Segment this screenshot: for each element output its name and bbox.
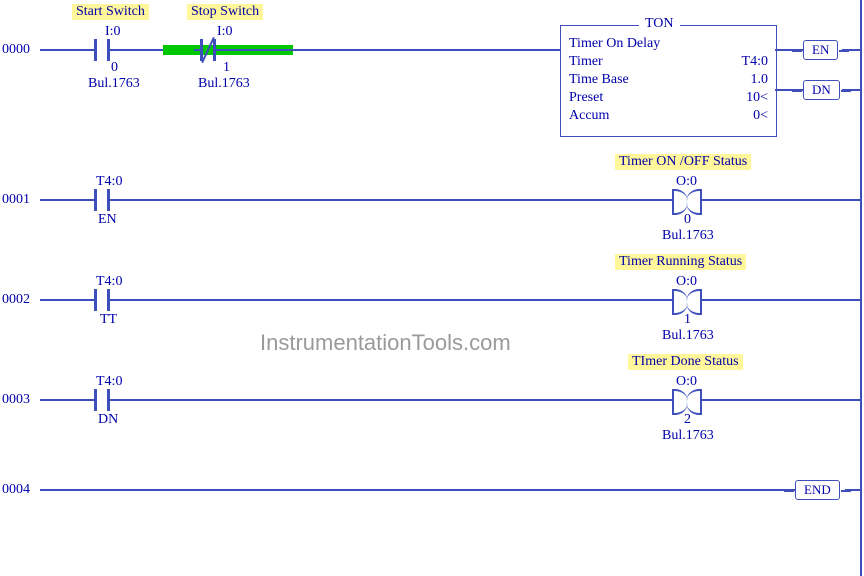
xic-t4dn-contact[interactable] [88,389,116,411]
wire [845,489,862,491]
stop-switch-bit: 1 [223,60,230,76]
r3-in-addr: T4:0 [96,374,122,390]
wire [222,49,560,51]
r2-out-addr: O:0 [676,274,697,290]
wire [40,399,88,401]
r3-out-desc: Bul.1763 [662,428,714,444]
ton-timer-val: T4:0 [742,54,768,70]
stop-switch-desc: Bul.1763 [198,76,250,92]
r3-out-label: TImer Done Status [628,354,743,370]
r1-out-bit: 0 [684,212,691,228]
r3-in-sub: DN [98,412,118,428]
r1-out-label: Timer ON /OFF Status [615,154,751,170]
r2-in-addr: T4:0 [96,274,122,290]
wire [702,399,862,401]
wire [842,89,862,91]
ton-line1: Timer On Delay [569,36,660,52]
end-instruction: END [795,480,840,500]
rung-number: 0003 [2,392,30,408]
ton-dn-output: DN [803,80,840,100]
ton-timebase-val: 1.0 [751,72,769,88]
wire [40,489,795,491]
start-switch-label: Start Switch [72,4,149,20]
ton-accum-label: Accum [569,108,609,124]
r2-in-sub: TT [100,312,117,328]
rung-1: 0001 T4:0 EN Timer ON /OFF Status O:0 0 … [0,150,864,250]
ton-preset-val: 10< [746,90,768,106]
xio-stop-contact[interactable] [194,39,222,61]
ton-accum-val: 0< [753,108,768,124]
wire [40,199,88,201]
rung-4: 0004 END [0,470,864,510]
rung-number: 0000 [2,42,30,58]
wire [116,399,672,401]
xic-start-contact[interactable] [88,39,116,61]
rung-0: 0000 Start Switch I:0 0 Bul.1763 Stop Sw… [0,0,864,130]
dn-label: DN [812,82,831,97]
en-label: EN [812,42,829,57]
r1-out-addr: O:0 [676,174,697,190]
wire [40,299,88,301]
start-switch-desc: Bul.1763 [88,76,140,92]
stop-switch-label: Stop Switch [187,4,263,20]
output-coil-1[interactable] [672,289,702,311]
ton-timer-label: Timer [569,54,603,70]
wire [702,199,862,201]
r3-out-bit: 2 [684,412,691,428]
ton-instruction-block[interactable]: TON Timer On Delay TimerT4:0 Time Base1.… [560,25,777,137]
wire [116,199,672,201]
stop-switch-address: I:0 [217,24,233,40]
r1-in-addr: T4:0 [96,174,122,190]
rung-number: 0002 [2,292,30,308]
wire [842,49,862,51]
r2-out-desc: Bul.1763 [662,328,714,344]
end-label: END [804,482,831,497]
start-switch-bit: 0 [111,60,118,76]
output-coil-2[interactable] [672,389,702,411]
r1-out-desc: Bul.1763 [662,228,714,244]
rung-number: 0004 [2,482,30,498]
r2-out-bit: 1 [684,312,691,328]
xic-t4en-contact[interactable] [88,189,116,211]
rung-3: 0003 T4:0 DN TImer Done Status O:0 2 Bul… [0,350,864,450]
xic-t4tt-contact[interactable] [88,289,116,311]
wire [116,299,672,301]
wire [40,49,88,51]
wire [702,299,862,301]
r3-out-addr: O:0 [676,374,697,390]
start-switch-address: I:0 [105,24,121,40]
ton-timebase-label: Time Base [569,72,629,88]
r1-in-sub: EN [98,212,117,228]
output-coil-0[interactable] [672,189,702,211]
ton-en-output: EN [803,40,838,60]
ton-title: TON [639,16,680,32]
ton-preset-label: Preset [569,90,603,106]
r2-out-label: Timer Running Status [615,254,746,270]
rung-number: 0001 [2,192,30,208]
